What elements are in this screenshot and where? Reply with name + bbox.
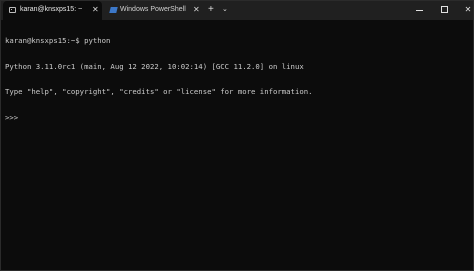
close-window-button[interactable]: ✕ xyxy=(461,3,473,17)
terminal-line: Python 3.11.0rc1 (main, Aug 12 2022, 10:… xyxy=(5,61,304,71)
terminal-line: karan@knsxps15:~$ python xyxy=(5,36,111,45)
maximize-button[interactable] xyxy=(438,3,452,17)
maximize-icon xyxy=(441,6,448,13)
terminal-icon xyxy=(9,7,16,13)
close-icon: ✕ xyxy=(464,5,472,14)
tab-ubuntu[interactable]: karan@knsxps15: ~ ✕ xyxy=(3,1,102,20)
minimize-icon xyxy=(416,10,423,11)
terminal-prompt: >>> xyxy=(5,112,471,123)
new-tab-button[interactable]: + xyxy=(208,4,214,16)
terminal-output[interactable]: karan@knsxps15:~$ python Python 3.11.0rc… xyxy=(5,20,471,268)
powershell-icon xyxy=(109,7,118,13)
prompt-text: >>> xyxy=(5,112,23,122)
terminal-line: Type "help", "copyright", "credits" or "… xyxy=(5,87,313,96)
terminal-window: karan@knsxps15: ~ ✕ Windows PowerShell ✕… xyxy=(0,0,474,271)
tab-label: Windows PowerShell xyxy=(120,6,186,13)
chevron-down-icon[interactable]: ⌄ xyxy=(222,4,228,16)
close-tab-icon[interactable]: ✕ xyxy=(193,5,200,15)
tab-powershell[interactable]: Windows PowerShell ✕ xyxy=(103,1,201,20)
title-bar: karan@knsxps15: ~ ✕ Windows PowerShell ✕… xyxy=(1,1,473,20)
close-tab-icon[interactable]: ✕ xyxy=(92,5,99,15)
tab-label: karan@knsxps15: ~ xyxy=(20,6,83,13)
minimize-button[interactable] xyxy=(413,3,427,17)
